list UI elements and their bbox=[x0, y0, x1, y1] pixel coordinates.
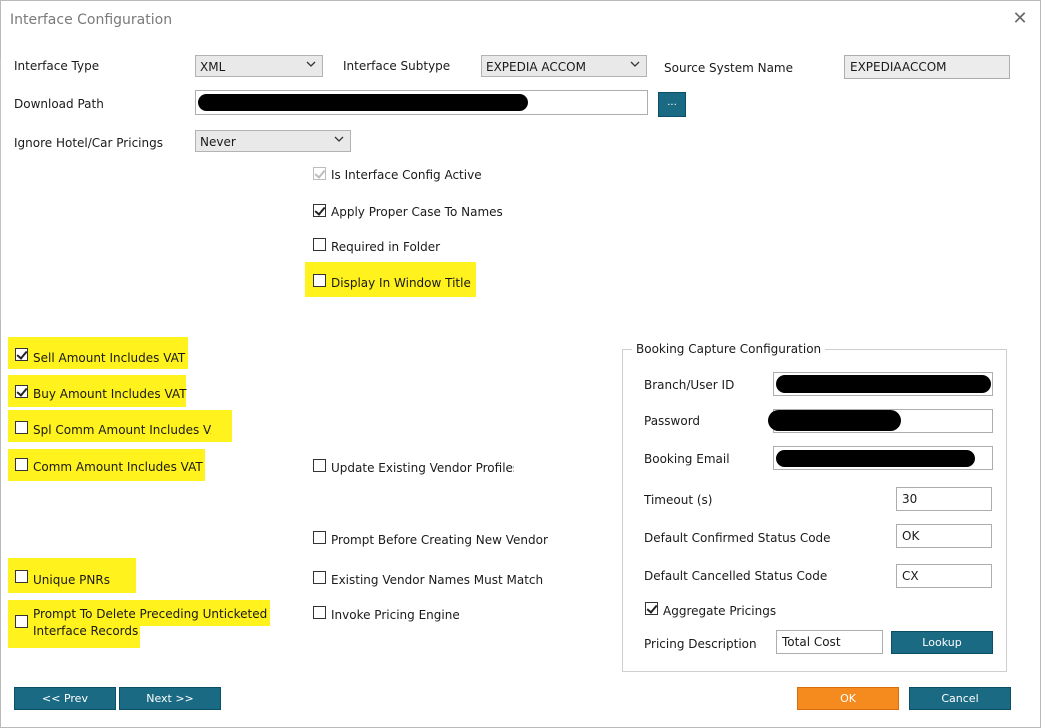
redacted-mark bbox=[776, 375, 991, 393]
prompt-delete-checkbox[interactable] bbox=[15, 615, 28, 628]
aggregate-pricings-checkbox[interactable] bbox=[645, 602, 658, 615]
pricing-engine-checkbox[interactable] bbox=[313, 606, 326, 619]
close-icon[interactable]: ✕ bbox=[1009, 8, 1031, 30]
download-path-label: Download Path bbox=[14, 97, 104, 111]
buy-vat-checkbox[interactable] bbox=[15, 385, 28, 398]
vendor-names-match-checkbox[interactable] bbox=[313, 571, 326, 584]
redacted-mark bbox=[776, 450, 975, 467]
is-active-checkbox bbox=[313, 167, 326, 180]
download-path-field[interactable] bbox=[195, 90, 648, 115]
window-edge-divider bbox=[0, 60, 3, 320]
pricing-description-field[interactable]: Total Cost bbox=[776, 630, 883, 654]
branch-user-id-field[interactable] bbox=[773, 372, 993, 396]
comm-vat-checkbox[interactable] bbox=[15, 458, 28, 471]
chevron-down-icon bbox=[630, 61, 640, 67]
buy-vat-label: Buy Amount Includes VAT bbox=[33, 387, 187, 401]
prompt-new-vendor-checkbox[interactable] bbox=[313, 531, 326, 544]
pricing-description-value: Total Cost bbox=[782, 635, 841, 649]
prompt-delete-label-line1: Prompt To Delete Preceding Unticketed bbox=[33, 607, 268, 621]
update-vendor-label: Update Existing Vendor Profiles bbox=[331, 461, 514, 475]
ok-button[interactable]: OK bbox=[797, 687, 899, 710]
display-in-title-checkbox[interactable] bbox=[313, 274, 326, 287]
confirmed-status-field[interactable]: OK bbox=[896, 524, 992, 548]
comm-vat-label: Comm Amount Includes VAT bbox=[33, 460, 203, 474]
timeout-field[interactable]: 30 bbox=[896, 487, 992, 511]
sell-vat-label: Sell Amount Includes VAT bbox=[33, 351, 186, 365]
password-label: Password bbox=[644, 414, 701, 428]
cancel-button[interactable]: Cancel bbox=[909, 687, 1011, 710]
ignore-pricings-select[interactable]: Never bbox=[195, 130, 351, 152]
required-in-folder-checkbox[interactable] bbox=[313, 238, 326, 251]
proper-case-label: Apply Proper Case To Names bbox=[331, 205, 503, 219]
prompt-new-vendor-label: Prompt Before Creating New Vendor bbox=[331, 533, 548, 547]
ignore-pricings-label: Ignore Hotel/Car Pricings bbox=[14, 136, 163, 150]
unique-pnrs-label: Unique PNRs bbox=[33, 573, 110, 587]
booking-email-field[interactable] bbox=[773, 446, 993, 470]
sell-vat-checkbox[interactable] bbox=[15, 348, 28, 361]
spl-comm-vat-checkbox[interactable] bbox=[15, 421, 28, 434]
prompt-delete-label-line2: Interface Records bbox=[33, 624, 139, 638]
interface-type-label: Interface Type bbox=[14, 59, 100, 73]
required-in-folder-label: Required in Folder bbox=[331, 240, 441, 254]
confirmed-status-value: OK bbox=[902, 529, 920, 543]
chevron-down-icon bbox=[334, 136, 344, 142]
source-system-name-value: EXPEDIAACCOM bbox=[850, 60, 947, 74]
lookup-button[interactable]: Lookup bbox=[891, 631, 993, 654]
cancelled-status-value: CX bbox=[902, 569, 919, 583]
ignore-pricings-value: Never bbox=[200, 135, 236, 149]
source-system-name-label: Source System Name bbox=[664, 61, 793, 75]
next-button[interactable]: Next >> bbox=[119, 687, 221, 710]
prev-button[interactable]: << Prev bbox=[14, 687, 116, 710]
vendor-names-match-label: Existing Vendor Names Must Match bbox=[331, 573, 544, 587]
interface-subtype-label: Interface Subtype bbox=[343, 59, 451, 73]
timeout-label: Timeout (s) bbox=[644, 493, 713, 507]
cancelled-status-field[interactable]: CX bbox=[896, 564, 992, 588]
redacted-mark bbox=[198, 94, 528, 111]
chevron-down-icon bbox=[306, 61, 316, 67]
unique-pnrs-checkbox[interactable] bbox=[15, 570, 28, 583]
interface-subtype-select[interactable]: EXPEDIA ACCOM bbox=[481, 55, 647, 77]
source-system-name-field[interactable]: EXPEDIAACCOM bbox=[844, 55, 1010, 79]
window-title: Interface Configuration bbox=[10, 12, 173, 28]
interface-type-value: XML bbox=[200, 60, 226, 74]
pricing-engine-label: Invoke Pricing Engine bbox=[331, 608, 460, 622]
interface-subtype-value: EXPEDIA ACCOM bbox=[486, 60, 586, 74]
confirmed-status-label: Default Confirmed Status Code bbox=[644, 531, 831, 545]
spl-comm-vat-label: Spl Comm Amount Includes VA bbox=[33, 423, 211, 437]
proper-case-checkbox[interactable] bbox=[313, 204, 326, 217]
cancelled-status-label: Default Cancelled Status Code bbox=[644, 569, 828, 583]
redacted-mark bbox=[768, 410, 901, 431]
timeout-value: 30 bbox=[902, 492, 918, 506]
is-active-label: Is Interface Config Active bbox=[331, 168, 482, 182]
booking-email-label: Booking Email bbox=[644, 452, 730, 466]
interface-type-select[interactable]: XML bbox=[195, 55, 323, 77]
pricing-description-label: Pricing Description bbox=[644, 637, 757, 651]
aggregate-pricings-label: Aggregate Pricings bbox=[663, 604, 777, 618]
branch-user-id-label: Branch/User ID bbox=[644, 378, 735, 392]
browse-button[interactable]: ... bbox=[658, 92, 686, 117]
display-in-title-label: Display In Window Title bbox=[331, 276, 471, 290]
booking-capture-title: Booking Capture Configuration bbox=[632, 342, 826, 356]
update-vendor-checkbox[interactable] bbox=[313, 459, 326, 472]
